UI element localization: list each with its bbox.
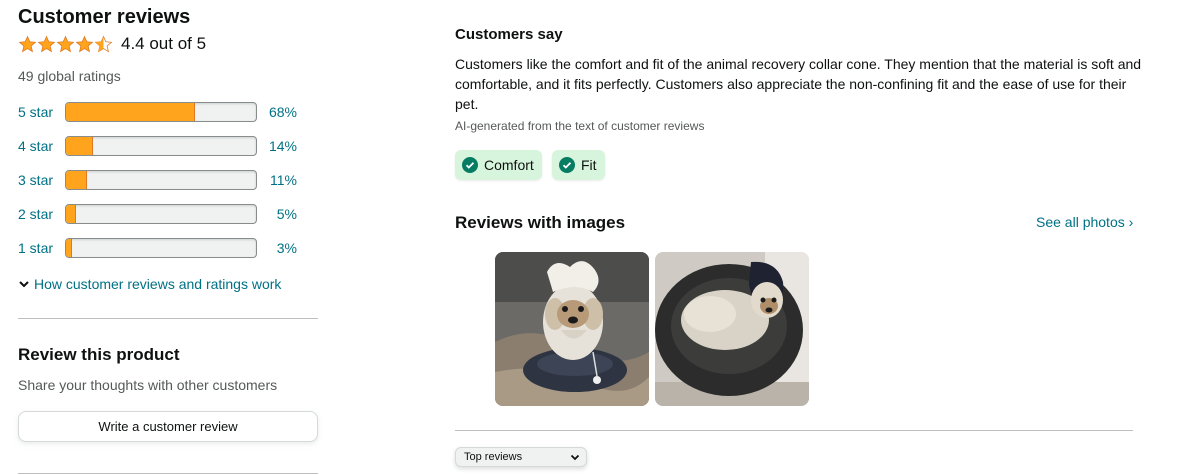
histogram-percent[interactable]: 11% [257, 172, 297, 188]
histogram-bar-fill [66, 239, 72, 257]
customers-say-summary: Customers like the comfort and fit of th… [455, 56, 1142, 112]
review-product-title: Review this product [18, 345, 180, 364]
star-full-icon [37, 35, 56, 52]
histogram-bar-fill [66, 205, 76, 223]
divider [455, 430, 1133, 431]
review-image-thumbnail[interactable] [655, 252, 809, 406]
histogram-bar-fill [66, 137, 93, 155]
star-rating [18, 35, 113, 54]
chevron-down-icon [570, 454, 580, 461]
write-review-button[interactable]: Write a customer review [18, 411, 318, 442]
histogram-row-3-star[interactable]: 3 star 11% [18, 169, 297, 191]
histogram-row-4-star[interactable]: 4 star 14% [18, 135, 297, 157]
histogram-bar-fill [66, 103, 196, 121]
histogram-percent[interactable]: 14% [257, 138, 297, 154]
histogram-percent[interactable]: 3% [257, 240, 297, 256]
histogram-row-2-star[interactable]: 2 star 5% [18, 203, 297, 225]
star-full-icon [18, 35, 37, 52]
customer-reviews-title: Customer reviews [18, 6, 191, 28]
histogram-label[interactable]: 5 star [18, 104, 65, 120]
histogram-bar-fill [66, 171, 87, 189]
histogram-bar[interactable] [65, 136, 257, 156]
review-image-thumbnail[interactable] [495, 252, 649, 406]
chip-fit[interactable]: Fit [552, 150, 605, 180]
see-all-photos-link[interactable]: See all photos › [1036, 214, 1133, 230]
histogram-bar[interactable] [65, 238, 257, 258]
histogram-bar[interactable] [65, 170, 257, 190]
sort-reviews-dropdown[interactable]: Top reviews [455, 447, 587, 467]
divider [18, 473, 318, 474]
dog-photo-2 [655, 252, 809, 406]
histogram-percent[interactable]: 5% [257, 206, 297, 222]
histogram-label[interactable]: 1 star [18, 240, 65, 256]
sort-selected-label: Top reviews [464, 451, 523, 463]
how-reviews-work-text[interactable]: How customer reviews and ratings work [34, 276, 281, 292]
chip-label: Fit [581, 157, 597, 173]
chip-comfort[interactable]: Comfort [455, 150, 542, 180]
histogram-label[interactable]: 2 star [18, 206, 65, 222]
customers-say-title: Customers say [455, 26, 563, 43]
histogram-label[interactable]: 4 star [18, 138, 65, 154]
reviews-with-images-title: Reviews with images [455, 213, 626, 232]
average-rating[interactable]: 4.4 out of 5 [18, 34, 206, 54]
histogram-bar[interactable] [65, 204, 257, 224]
divider [18, 318, 318, 319]
histogram-label[interactable]: 3 star [18, 172, 65, 188]
ai-generated-note: AI-generated from the text of customer r… [455, 119, 705, 133]
star-full-icon [56, 35, 75, 52]
how-reviews-work-link[interactable]: How customer reviews and ratings work [18, 276, 281, 292]
histogram-percent[interactable]: 68% [257, 104, 297, 120]
check-circle-icon [559, 157, 575, 173]
histogram-row-1-star[interactable]: 1 star 3% [18, 237, 297, 259]
chevron-down-icon [19, 281, 29, 288]
chip-label: Comfort [484, 157, 534, 173]
rating-text: 4.4 out of 5 [121, 34, 207, 53]
star-half-icon [94, 35, 113, 52]
histogram-row-5-star[interactable]: 5 star 68% [18, 101, 297, 123]
histogram-bar[interactable] [65, 102, 257, 122]
global-ratings-count[interactable]: 49 global ratings [18, 68, 121, 84]
check-circle-icon [462, 157, 478, 173]
review-product-subtitle: Share your thoughts with other customers [18, 377, 278, 393]
dog-photo-1 [495, 252, 649, 406]
star-full-icon [75, 35, 94, 52]
